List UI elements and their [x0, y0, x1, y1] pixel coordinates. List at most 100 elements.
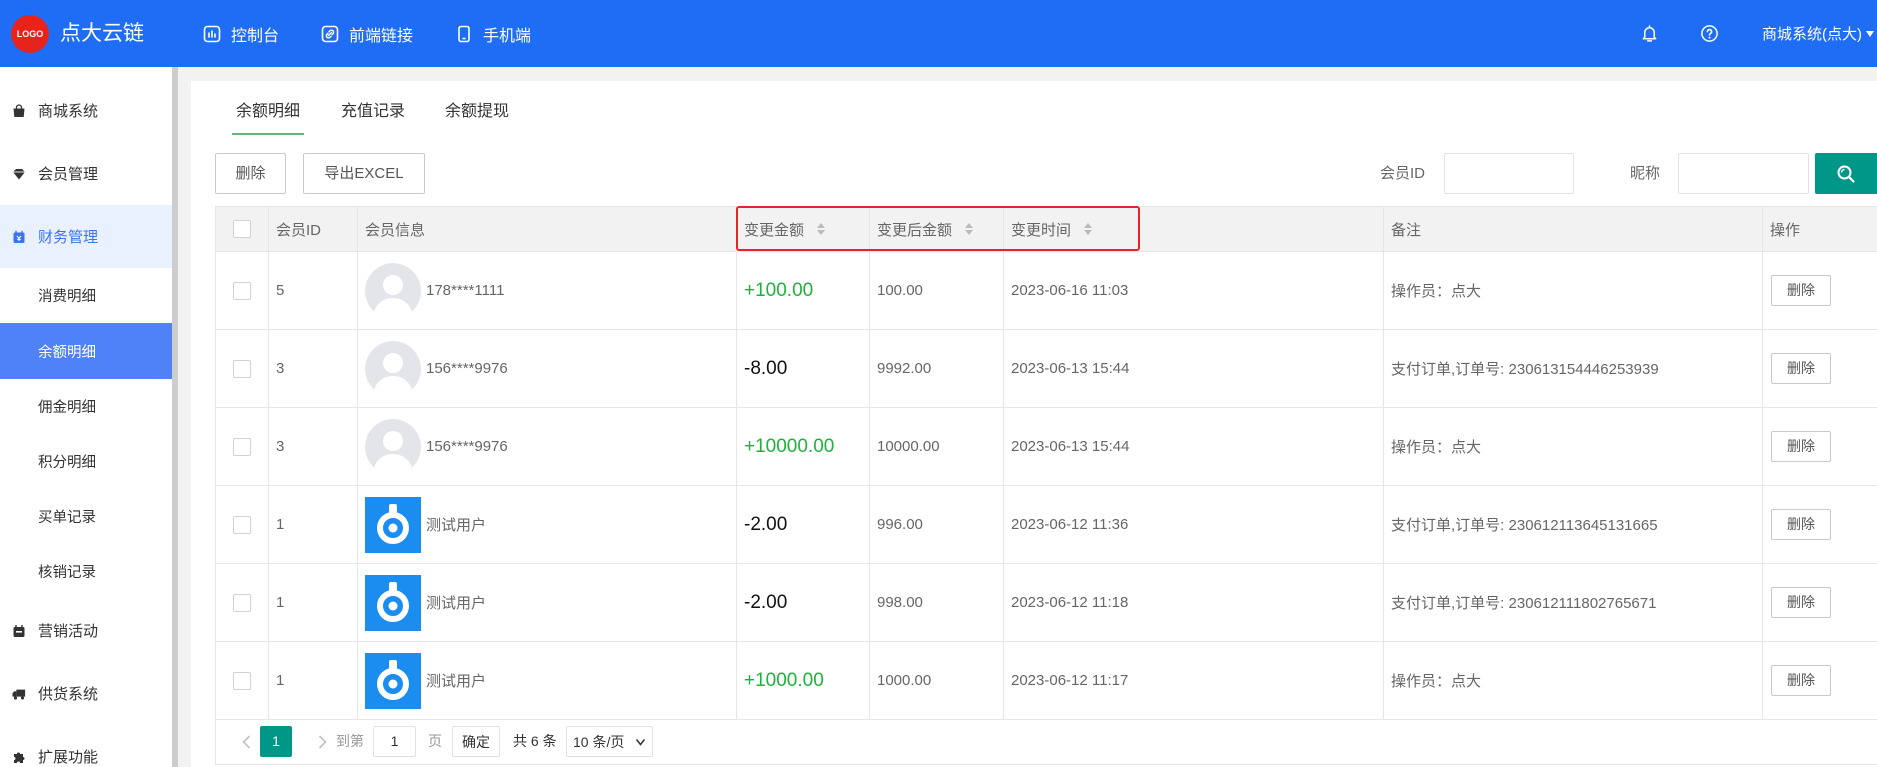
- balance-after: 9992.00: [877, 360, 932, 377]
- delete-button[interactable]: 删除: [215, 153, 286, 194]
- sidebar-item-label: 供货系统: [38, 686, 99, 703]
- sidebar-subitem-bill-records[interactable]: 买单记录: [0, 489, 172, 544]
- topnav-mobile[interactable]: 手机端: [455, 0, 531, 67]
- marketing-icon: [12, 624, 26, 638]
- sidebar-subitem-consumption-detail[interactable]: 消费明细: [0, 268, 172, 323]
- search-button[interactable]: [1815, 153, 1877, 194]
- delete-row-button[interactable]: 删除: [1771, 587, 1831, 618]
- chevron-left-icon: [241, 735, 250, 749]
- sort-icon[interactable]: [1083, 222, 1093, 236]
- sidebar-subitem-writeoff-records[interactable]: 核销记录: [0, 544, 172, 599]
- row-checkbox[interactable]: [233, 593, 251, 612]
- column-header: 操作: [1762, 206, 1877, 252]
- change-amount: +10000.00: [744, 435, 835, 457]
- delete-row-button[interactable]: 删除: [1771, 353, 1831, 384]
- nickname-input[interactable]: [1678, 153, 1809, 194]
- sidebar-subitem-points-detail[interactable]: 积分明细: [0, 434, 172, 489]
- table-row: 3 156****9976 +10000.00 10000.00 2023-06…: [215, 407, 1877, 486]
- sidebar-item-shop-system[interactable]: 商城系统: [0, 79, 172, 142]
- change-time: 2023-06-16 11:03: [1011, 282, 1129, 299]
- mobile-icon: [455, 25, 473, 43]
- sidebar-item-supply-system[interactable]: 供货系统: [0, 662, 172, 725]
- change-time: 2023-06-12 11:18: [1011, 594, 1129, 611]
- row-checkbox[interactable]: [233, 437, 251, 456]
- change-amount: +100.00: [744, 279, 814, 301]
- default-avatar-icon: [365, 263, 421, 319]
- brand-name[interactable]: 点大云链: [60, 0, 144, 67]
- chevron-down-icon: [1866, 30, 1874, 37]
- total-count: 共 6 条: [513, 733, 557, 749]
- next-page-button[interactable]: [315, 726, 329, 757]
- page-number-current[interactable]: 1: [260, 726, 292, 757]
- sidebar-subitem-label: 佣金明细: [38, 400, 96, 416]
- delete-row-button[interactable]: 删除: [1771, 509, 1831, 540]
- sidebar-item-finance-management[interactable]: 财务管理: [0, 205, 172, 268]
- sidebar-scrollbar[interactable]: [172, 67, 178, 767]
- account-name: 商城系统(点大): [1762, 26, 1862, 43]
- column-header-sortable[interactable]: 变更金额: [736, 206, 870, 252]
- balance-after: 10000.00: [877, 438, 940, 455]
- page-size-select[interactable]: 10 条/页: [566, 726, 653, 757]
- default-avatar-icon: [365, 341, 421, 397]
- delete-row-button[interactable]: 删除: [1771, 431, 1831, 462]
- member-name: 156****9976: [426, 438, 508, 455]
- change-time: 2023-06-13 15:44: [1011, 360, 1130, 377]
- change-amount: -2.00: [744, 591, 788, 613]
- table-row: 1 测试用户 -2.00 996.00 2023-06-12 11:36 支付订…: [215, 485, 1877, 564]
- topnav-frontend-links[interactable]: 前端链接: [321, 0, 413, 67]
- row-checkbox[interactable]: [233, 515, 251, 534]
- member-id: 5: [276, 282, 285, 299]
- app-logo-avatar-icon: [365, 497, 421, 553]
- topnav-dashboard[interactable]: 控制台: [203, 0, 279, 67]
- tab-balance-withdrawal[interactable]: 余额提现: [441, 89, 513, 135]
- member-id: 1: [276, 672, 285, 689]
- help-icon[interactable]: [1700, 24, 1719, 43]
- search-icon: [1837, 165, 1855, 183]
- goto-confirm-button[interactable]: 确定: [452, 726, 500, 757]
- sidebar-subitem-balance-detail[interactable]: 余额明细: [0, 323, 172, 379]
- sort-icon[interactable]: [816, 222, 826, 236]
- tab-recharge-records[interactable]: 充值记录: [337, 89, 409, 135]
- row-checkbox[interactable]: [233, 281, 251, 300]
- logo[interactable]: LOGO: [11, 15, 49, 53]
- sidebar-subitem-commission-detail[interactable]: 佣金明细: [0, 379, 172, 434]
- sidebar-item-extensions[interactable]: 扩展功能: [0, 725, 172, 767]
- member-name: 测试用户: [426, 673, 487, 690]
- topnav-label: 前端链接: [349, 27, 414, 45]
- select-all-checkbox[interactable]: [233, 220, 251, 239]
- link-icon: [321, 25, 339, 43]
- sidebar-item-member-management[interactable]: 会员管理: [0, 142, 172, 205]
- export-excel-button[interactable]: 导出EXCEL: [303, 153, 425, 194]
- delete-row-button[interactable]: 删除: [1771, 275, 1831, 306]
- balance-after: 998.00: [877, 594, 923, 611]
- sidebar: 商城系统 会员管理 财务管理 消费明细 余额明细 佣金明细 积分明细 买单记录 …: [0, 67, 172, 767]
- sidebar-item-marketing[interactable]: 营销活动: [0, 599, 172, 662]
- column-header-sortable[interactable]: 变更后金额: [869, 206, 1004, 252]
- goto-page-input[interactable]: [373, 726, 416, 757]
- bell-icon[interactable]: [1640, 24, 1659, 43]
- table-row: 3 156****9976 -8.00 9992.00 2023-06-13 1…: [215, 329, 1877, 408]
- sidebar-subitem-label: 积分明细: [38, 455, 96, 471]
- balance-after: 100.00: [877, 282, 923, 299]
- member-id: 1: [276, 594, 285, 611]
- tab-balance-detail[interactable]: 余额明细: [232, 89, 304, 135]
- main-card: 余额明细 充值记录 余额提现 删除 导出EXCEL 会员ID 昵称 会员ID 会…: [191, 81, 1877, 767]
- remark: 支付订单,订单号: 230612111802765671: [1391, 595, 1657, 612]
- member-name: 178****1111: [426, 282, 505, 299]
- column-header-label: 变更时间: [1011, 221, 1072, 239]
- diamond-icon: [12, 167, 26, 181]
- account-menu[interactable]: 商城系统(点大): [1762, 0, 1874, 67]
- sidebar-subitem-label: 消费明细: [38, 289, 96, 305]
- remark: 支付订单,订单号: 230612113645131665: [1391, 517, 1658, 534]
- change-time: 2023-06-13 15:44: [1011, 438, 1130, 455]
- prev-page-button[interactable]: [239, 726, 253, 757]
- sort-icon[interactable]: [964, 222, 974, 236]
- row-checkbox[interactable]: [233, 359, 251, 378]
- delete-row-button[interactable]: 删除: [1771, 665, 1831, 696]
- column-header-sortable[interactable]: 变更时间: [1003, 206, 1384, 252]
- row-checkbox[interactable]: [233, 671, 251, 690]
- member-id-input[interactable]: [1444, 153, 1574, 194]
- shop-bag-icon: [12, 103, 26, 118]
- goto-suffix: 页: [428, 733, 442, 749]
- table-header-row: 会员ID 会员信息 变更金额 变更后金额 变更时间 备注 操作: [215, 206, 1877, 252]
